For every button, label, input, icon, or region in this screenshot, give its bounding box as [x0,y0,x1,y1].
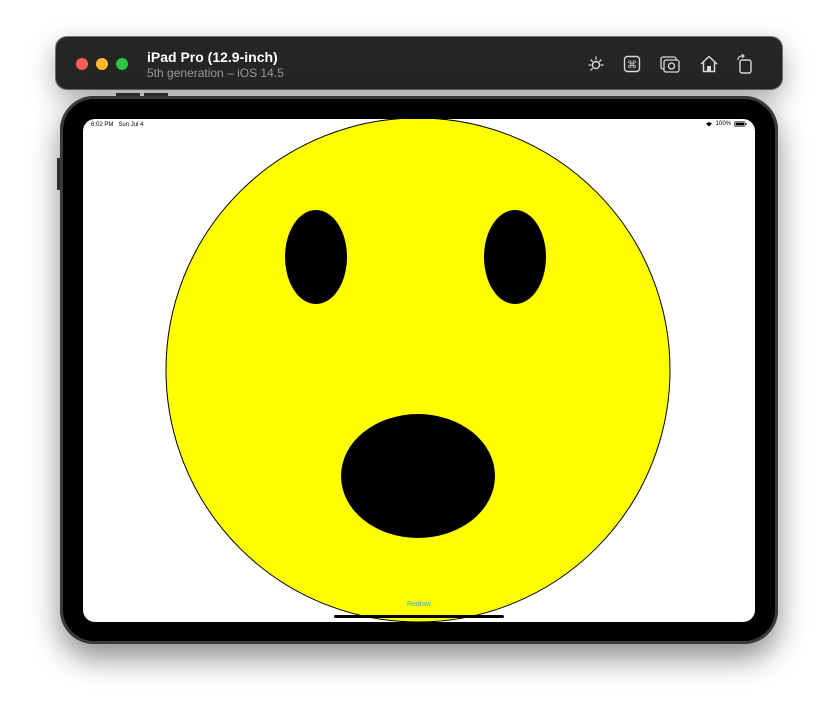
face-circle [165,119,671,622]
smiley-face-canvas [165,119,671,622]
command-button[interactable]: ⌘ [619,51,645,77]
device-info: 5th generation – iOS 14.5 [147,66,284,80]
battery-icon [734,121,747,127]
wifi-icon [705,122,712,127]
status-bar-left: 6:02 PM Sun Jul 4 [91,122,143,128]
home-button[interactable] [696,51,722,77]
minimize-window-button[interactable] [96,58,108,70]
simulator-title-bar: iPad Pro (12.9-inch) 5th generation – iO… [56,37,782,89]
ipad-screen: 6:02 PM Sun Jul 4 100% Redraw [83,119,755,622]
home-icon [700,55,718,73]
command-icon: ⌘ [623,55,641,73]
device-name: iPad Pro (12.9-inch) [147,49,278,65]
status-time: 6:02 PM [91,122,114,128]
rotate-button[interactable] [732,51,758,77]
screenshot-button[interactable] [657,51,683,77]
brightness-icon [588,56,604,71]
zoom-window-button[interactable] [116,58,128,70]
screenshot-icon [660,56,680,73]
svg-text:⌘: ⌘ [627,60,637,71]
rotate-icon [737,53,752,74]
top-button [57,158,60,190]
right-eye [484,210,546,304]
left-eye [285,210,347,304]
volume-down-button [144,93,168,96]
brightness-button[interactable] [583,51,609,77]
battery-percentage: 100% [715,121,731,127]
close-window-button[interactable] [76,58,88,70]
home-indicator[interactable] [334,615,504,618]
volume-up-button [116,93,140,96]
status-bar-right: 100% [705,121,747,127]
mouth [341,414,495,538]
status-date: Sun Jul 4 [118,122,144,128]
redraw-button[interactable]: Redraw [83,601,755,608]
